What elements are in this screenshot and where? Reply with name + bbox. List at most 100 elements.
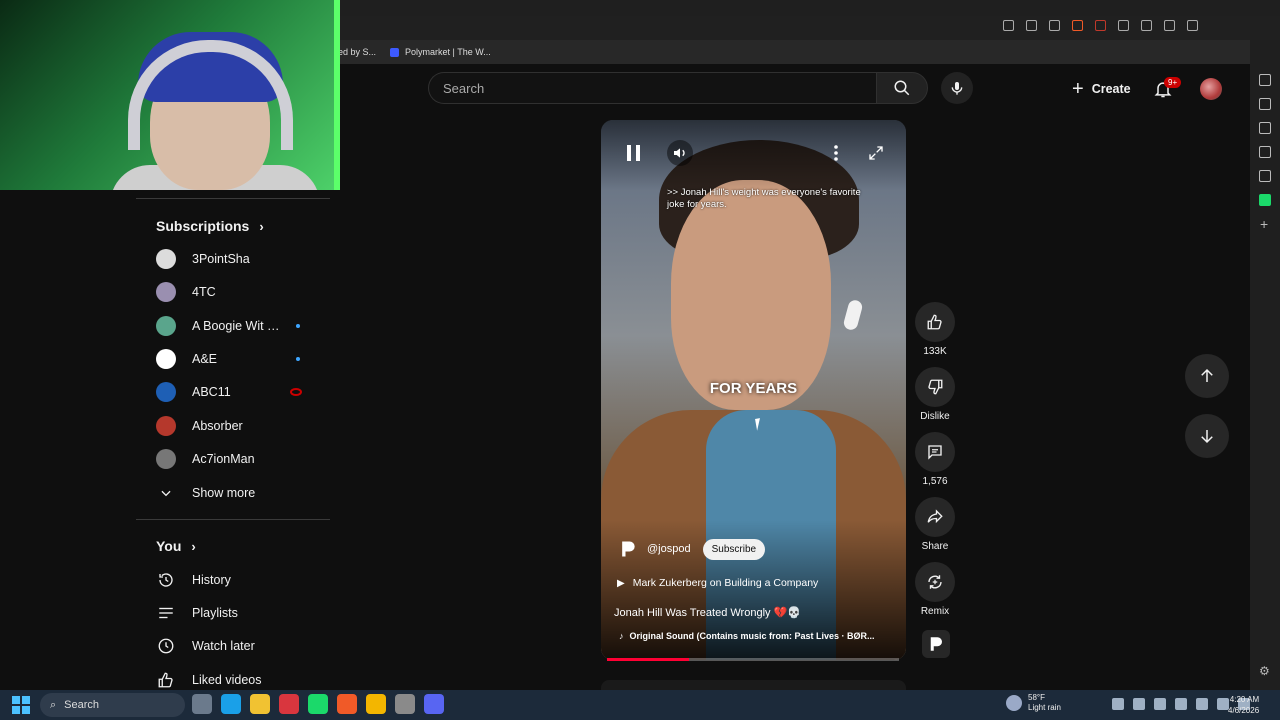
dislike-button[interactable] [915,367,955,407]
search-button[interactable] [876,72,928,104]
reading-list-icon[interactable] [1259,122,1271,134]
acrobat-icon[interactable] [279,694,299,714]
subscription-item[interactable]: 4TC [156,277,326,307]
kick-app-icon[interactable] [308,694,328,714]
bookmark-label: ed by S... [338,47,377,57]
pause-button[interactable] [623,142,645,164]
thumb-up-icon [927,314,942,330]
share-icon [927,509,943,524]
task-view-icon[interactable] [192,694,212,714]
kick-icon[interactable] [1259,194,1271,206]
watch-later-item[interactable]: Watch later [156,631,326,661]
tray-mic-icon[interactable] [1175,698,1187,710]
remix-button[interactable] [915,562,955,602]
subscribe-button[interactable]: Subscribe [702,538,766,560]
subscription-label: Ac7ionMan [192,452,255,466]
zoom-icon[interactable] [1026,20,1037,31]
mouse-cursor [755,417,767,431]
sidebar-panel-icon[interactable] [1259,74,1271,86]
tray-chevron-icon[interactable] [1112,698,1124,710]
share-button[interactable] [915,497,955,537]
playlists-item[interactable]: Playlists [156,598,326,628]
tray-display-icon[interactable] [1196,698,1208,710]
taskbar-clock[interactable]: 4:20 AM 4/6/2026 [1228,694,1259,716]
voice-search-button[interactable] [941,72,973,104]
sound-link[interactable]: ♪ Original Sound (Contains music from: P… [619,631,875,641]
tray-app-icon[interactable] [1133,698,1145,710]
you-header[interactable]: You › [156,538,196,554]
weather-widget[interactable]: 58°F Light rain [1006,693,1061,713]
search-icon [894,80,910,96]
bookmarks-panel-icon[interactable] [1259,146,1271,158]
guide-sidebar: Subscriptions › 3PointSha 4TC A Boogie W… [136,190,330,690]
share-action[interactable]: Share [915,497,955,552]
rockstar-icon[interactable] [366,694,386,714]
history-panel-icon[interactable] [1259,170,1271,182]
video-progress-bar[interactable] [607,658,899,661]
add-panel-icon[interactable]: + [1260,216,1268,232]
channel-logo-icon[interactable] [617,538,639,560]
player-top-gradient [601,120,906,190]
previous-short-button[interactable] [1185,354,1229,398]
comments-action[interactable]: 1,576 [915,432,955,487]
media-icon[interactable] [1141,20,1152,31]
share-label: Share [921,541,949,552]
windows-start-button[interactable] [12,696,30,714]
remix-action[interactable]: Remix [915,562,955,617]
file-explorer-icon[interactable] [250,694,270,714]
subscription-item[interactable]: ABC11 [156,377,326,407]
related-video-link[interactable]: ▶ Mark Zukerberg on Building a Company [617,577,818,589]
pause-icon [627,145,640,161]
comments-button[interactable] [915,432,955,472]
subscription-item[interactable]: 3PointSha [156,244,326,274]
history-item[interactable]: History [156,565,326,595]
rewards-icon[interactable] [1095,20,1106,31]
taskbar-search[interactable]: ⌕ Search [40,693,185,717]
polymarket-icon [390,47,400,57]
brave-shield-icon[interactable] [1072,20,1083,31]
subscription-item[interactable]: Absorber [156,411,326,441]
like-action[interactable]: 133K [915,302,955,357]
tray-network-icon[interactable] [1154,698,1166,710]
bookmark-item-polymarket[interactable]: Polymarket | The W... [390,47,491,57]
brave-icon[interactable] [337,694,357,714]
wallet-icon[interactable] [1259,98,1271,110]
subscription-item[interactable]: Ac7ionMan [156,444,326,474]
subscription-label: A Boogie Wit da ... [192,319,280,333]
subscription-item[interactable]: A&E [156,344,326,374]
like-count: 133K [923,346,947,357]
search-input[interactable]: Search [428,72,876,104]
notification-badge: 9+ [1164,77,1182,88]
sidebar-toggle-icon[interactable] [1164,20,1175,31]
discord-icon[interactable] [424,694,444,714]
channel-logo-icon[interactable] [922,630,950,658]
next-short-button[interactable] [1185,414,1229,458]
obs-icon[interactable] [395,694,415,714]
like-button[interactable] [915,302,955,342]
shorts-player[interactable]: >> Jonah Hill's weight was everyone's fa… [601,120,906,660]
clock-time: 4:20 AM [1229,695,1260,704]
next-short-preview [601,680,906,690]
channel-handle[interactable]: @jospod [647,543,691,555]
short-title[interactable]: Jonah Hill Was Treated Wrongly 💔💀 [614,606,801,619]
more-options-button[interactable] [829,140,843,166]
edge-icon[interactable] [221,694,241,714]
settings-icon[interactable]: ⚙ [1259,664,1270,678]
play-icon: ▶ [617,577,625,589]
bookmark-item[interactable]: ed by S... [338,47,376,57]
cast-icon[interactable] [1003,20,1014,31]
fullscreen-button[interactable] [865,142,887,164]
video-progress-fill [607,658,689,661]
create-button[interactable]: + Create [1062,74,1141,104]
subscriptions-header[interactable]: Subscriptions › [156,218,264,234]
volume-button[interactable] [667,140,693,166]
subscription-item[interactable]: A Boogie Wit da ... [156,311,326,341]
menu-icon[interactable] [1187,20,1198,31]
channel-avatar [156,416,176,436]
account-avatar[interactable] [1200,78,1222,100]
show-more-button[interactable]: Show more [156,478,326,508]
weather-rain-icon [1006,695,1022,711]
dislike-action[interactable]: Dislike [915,367,955,422]
tab-manager-icon[interactable] [1118,20,1129,31]
share-page-icon[interactable] [1049,20,1060,31]
